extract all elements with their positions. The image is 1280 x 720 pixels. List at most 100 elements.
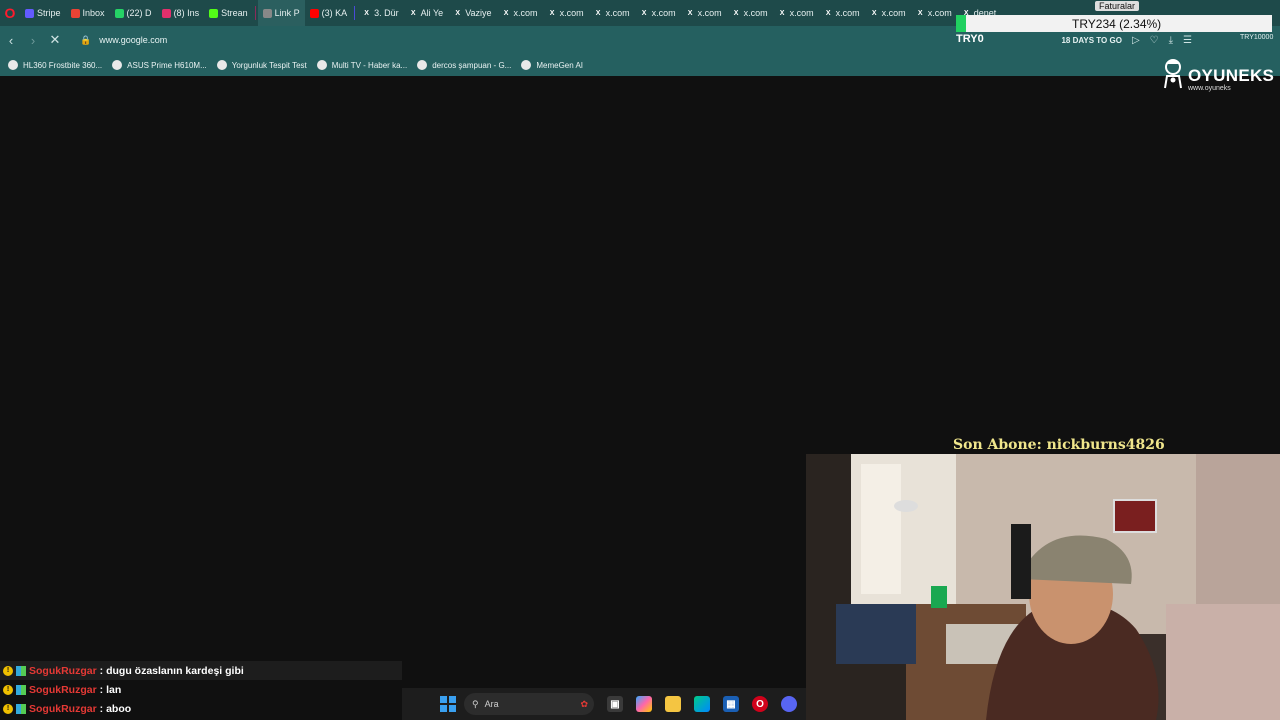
tab[interactable]: Stripe: [20, 0, 66, 26]
tab-label: (8) Ins: [173, 8, 200, 18]
tab-label: x.com: [835, 8, 860, 18]
x-icon: X: [733, 9, 739, 17]
tab[interactable]: (3) KA: [305, 0, 353, 26]
chat-username: SogukRuzgar: [29, 664, 97, 677]
oyuneks-url: www.oyuneks: [1188, 85, 1231, 92]
try-balance-text: TRY10000: [1240, 34, 1274, 41]
tab-label: Strean: [221, 8, 248, 18]
x-icon: X: [503, 9, 509, 17]
tab-label: Ali Ye: [420, 8, 444, 18]
file-explorer-icon[interactable]: [665, 696, 681, 712]
tv-icon: [316, 60, 327, 70]
taskbar-search[interactable]: ⚲ Ara ✿: [464, 693, 594, 715]
chat-text: : aboo: [99, 702, 132, 715]
tab-label: x.com: [881, 8, 906, 18]
x-icon: X: [641, 9, 647, 17]
discord-icon[interactable]: [781, 696, 797, 712]
moderator-badge-icon: !: [3, 684, 13, 695]
bookmark-label: Multi TV - Haber ka...: [331, 60, 408, 70]
x-icon: X: [595, 9, 601, 17]
tab[interactable]: X Vaziye: [448, 0, 496, 26]
stripe-icon: [25, 8, 34, 18]
chat-username: SogukRuzgar: [29, 702, 97, 715]
url-text[interactable]: www.google.com: [99, 35, 167, 45]
page-icon: [216, 60, 227, 70]
tab[interactable]: Link P: [257, 0, 305, 26]
oyuneks-name: OYUNEKS: [1188, 66, 1275, 85]
search-highlight-icon: ✿: [580, 698, 588, 709]
opera-icon[interactable]: O: [752, 696, 768, 712]
chat-message: ! SogukRuzgar : aboo: [0, 699, 402, 718]
tab[interactable]: Xx.com: [497, 0, 543, 26]
tab[interactable]: X 3. Dür: [357, 0, 404, 26]
tab[interactable]: Inbox: [66, 0, 110, 26]
play-icon[interactable]: ▷: [1132, 35, 1140, 46]
tab[interactable]: Xx.com: [911, 0, 957, 26]
chat-message: ! SogukRuzgar : lan: [0, 680, 402, 699]
chat-username: SogukRuzgar: [29, 683, 97, 696]
bookmark-item[interactable]: ASUS Prime H610M...: [112, 60, 207, 70]
store-icon[interactable]: ▦: [723, 696, 739, 712]
bookmark-item[interactable]: dercos şampuan - G...: [417, 60, 511, 70]
tab-label: x.com: [927, 8, 952, 18]
x-icon: X: [917, 9, 923, 17]
tab[interactable]: Xx.com: [543, 0, 589, 26]
heart-icon[interactable]: ♡: [1150, 35, 1159, 46]
tab-label: 3. Dür: [374, 8, 399, 18]
tab[interactable]: Xx.com: [635, 0, 681, 26]
bookmark-item[interactable]: MemeGen AI: [521, 60, 583, 70]
oyuneks-mascot-icon: [1164, 59, 1182, 89]
taskbar: ⚲ Ara ✿ ▣ ▦ O: [402, 688, 806, 720]
bookmarks-bar: HL360 Frostbite 360... ASUS Prime H610M..…: [0, 54, 1280, 76]
webcam-scene: [806, 454, 1280, 720]
lock-icon[interactable]: 🔒: [80, 35, 91, 46]
tab-label: Stripe: [37, 8, 61, 18]
bookmark-item[interactable]: Yorgunluk Tespit Test: [216, 60, 307, 70]
bookmark-item[interactable]: HL360 Frostbite 360...: [8, 60, 102, 70]
tab-label: Vaziye: [465, 8, 492, 18]
x-icon: X: [825, 9, 831, 17]
x-icon: X: [779, 9, 785, 17]
bookmark-item[interactable]: Multi TV - Haber ka...: [316, 60, 408, 70]
stop-loading-icon[interactable]: ✕: [44, 26, 66, 54]
x-icon: X: [410, 9, 416, 17]
chat-overlay: ! SogukRuzgar : dugu özaslanın kardeşi g…: [0, 661, 402, 720]
moderator-badge-icon: !: [3, 703, 13, 714]
chat-text: : dugu özaslanın kardeşi gibi: [99, 664, 244, 677]
tab[interactable]: X Ali Ye: [404, 0, 449, 26]
tab-label: (3) KA: [321, 8, 348, 18]
tab[interactable]: Xx.com: [681, 0, 727, 26]
google-icon: [417, 60, 428, 70]
youtube-icon: [309, 8, 319, 18]
tab[interactable]: Xx.com: [865, 0, 911, 26]
forward-icon[interactable]: ›: [22, 26, 44, 54]
bookmark-label: ASUS Prime H610M...: [127, 60, 207, 70]
menu-icon[interactable]: ☰: [1183, 35, 1192, 46]
edge-icon[interactable]: [694, 696, 710, 712]
ticker-progress: [956, 15, 966, 32]
windows-start-icon[interactable]: [440, 696, 456, 712]
tab-label: x.com: [697, 8, 722, 18]
tab[interactable]: Xx.com: [727, 0, 773, 26]
task-view-icon[interactable]: ▣: [607, 696, 623, 712]
last-subscriber-label: Son Abone: nickburns4826: [953, 437, 1165, 453]
opera-logo-icon[interactable]: O: [0, 0, 20, 26]
search-placeholder: Ara: [484, 699, 499, 709]
copilot-icon[interactable]: [636, 696, 652, 712]
webcam-feed: [806, 454, 1280, 720]
tab[interactable]: Xx.com: [589, 0, 635, 26]
search-icon: ⚲: [472, 698, 479, 709]
sub-badge-icon: [16, 665, 26, 676]
tab[interactable]: Xx.com: [819, 0, 865, 26]
tab[interactable]: Strean: [204, 0, 253, 26]
tab-label: x.com: [513, 8, 538, 18]
hyperx-icon: [8, 60, 18, 70]
tab[interactable]: (8) Ins: [157, 0, 205, 26]
tab[interactable]: Xx.com: [773, 0, 819, 26]
currency-ticker: TRY234 (2.34%): [956, 15, 1272, 32]
download-icon[interactable]: ⤓: [1169, 35, 1173, 46]
back-icon[interactable]: ‹: [0, 26, 22, 54]
tab[interactable]: (22) D: [110, 0, 157, 26]
gmail-icon: [70, 8, 80, 18]
tab-label: Link P: [274, 8, 300, 18]
